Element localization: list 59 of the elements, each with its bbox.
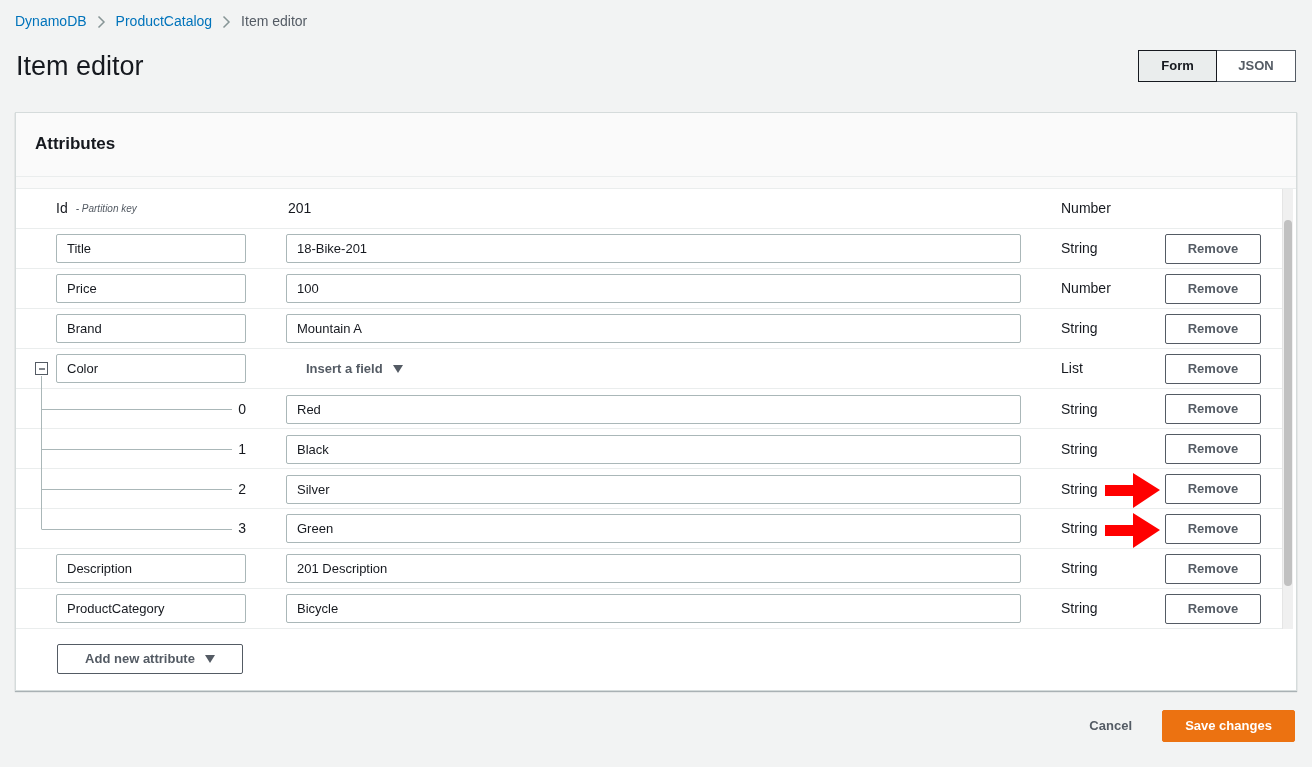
value-field[interactable]: Red [286,394,1021,424]
type-label: Number [1061,279,1111,298]
collapse-toggle[interactable] [35,362,48,375]
breadcrumb-link[interactable]: ProductCatalog [115,11,213,32]
type-label: Number [1061,199,1111,218]
chevron-icon [222,14,232,29]
remove-button[interactable]: Remove [1165,474,1261,504]
list-index: 0 [238,399,246,419]
type-label: String [1061,599,1098,618]
breadcrumb-current: Item editor [241,12,308,31]
add-attribute-button[interactable]: Add new attribute [57,644,243,674]
name-field[interactable]: Color [56,354,246,383]
value-field[interactable]: Green [286,514,1021,543]
type-label: String [1061,479,1098,499]
chevron-icon [96,14,106,29]
type-label: String [1061,319,1098,338]
scrollbar[interactable] [1282,189,1293,629]
list-index: 2 [238,479,246,499]
view-tab[interactable]: Form [1138,50,1217,82]
breadcrumb-link[interactable]: DynamoDB [15,11,87,32]
remove-button[interactable]: Remove [1165,553,1261,584]
key-value: 201 [287,199,313,218]
view-tab[interactable]: JSON [1217,50,1296,82]
name-field[interactable]: Brand [56,314,246,343]
type-label: String [1061,439,1098,459]
remove-button[interactable]: Remove [1165,593,1261,624]
type-label: List [1061,359,1083,378]
caret-icon [204,655,215,663]
value-field[interactable]: Silver [286,474,1021,504]
remove-button[interactable]: Remove [1165,353,1261,384]
name-field[interactable]: Description [56,554,246,583]
remove-button[interactable]: Remove [1165,313,1261,344]
value-field[interactable]: Bicycle [286,594,1021,623]
value-field[interactable]: Black [286,434,1021,464]
page-title: Item editor [16,49,144,83]
value-field[interactable]: 100 [286,274,1021,303]
name-field[interactable]: ProductCategory [56,594,246,623]
type-label: String [1061,239,1098,258]
value-field[interactable]: 201 Description [286,554,1021,583]
panel-title: Attributes [35,134,116,155]
value-field[interactable]: 18-Bike-201 [286,234,1021,263]
type-label: String [1061,519,1098,538]
key-note: - Partition key [75,202,137,216]
caret-icon [392,364,403,373]
list-index: 3 [238,519,246,538]
remove-button[interactable]: Remove [1165,394,1261,424]
list-index: 1 [238,439,246,459]
name-field[interactable]: Price [56,274,246,303]
type-label: String [1061,559,1098,578]
insert-field-dropdown[interactable]: Insert a field [286,358,1021,379]
key-name: Id [56,199,68,218]
remove-button[interactable]: Remove [1165,434,1261,464]
remove-button[interactable]: Remove [1165,513,1261,544]
name-field[interactable]: Title [56,234,246,263]
remove-button[interactable]: Remove [1165,233,1261,264]
value-field[interactable]: Mountain A [286,314,1021,343]
type-label: String [1061,399,1098,419]
remove-button[interactable]: Remove [1165,273,1261,304]
cancel-button[interactable]: Cancel [1083,715,1138,737]
